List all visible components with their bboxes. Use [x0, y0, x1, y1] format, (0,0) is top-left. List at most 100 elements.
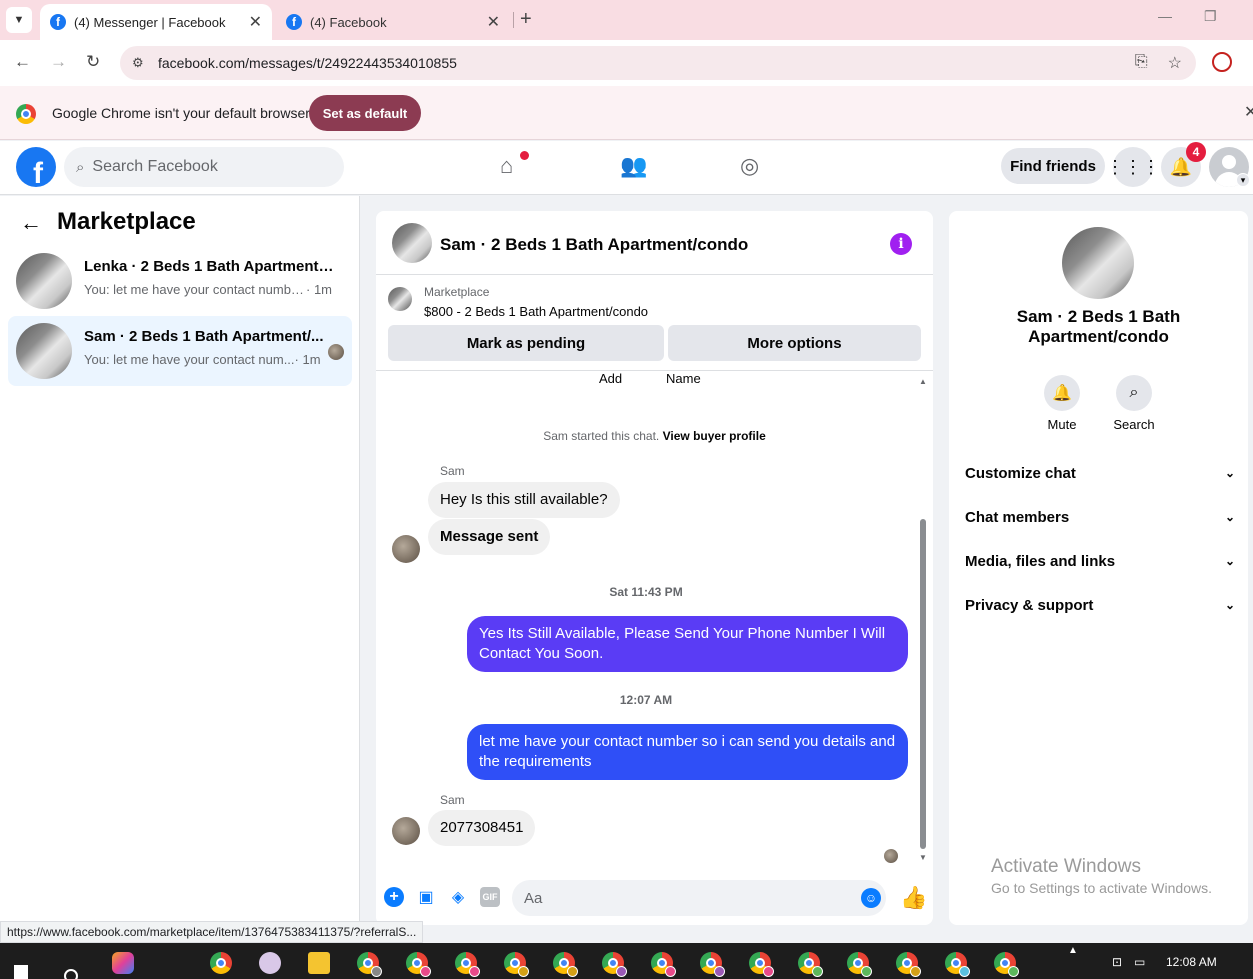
scrollbar-thumb[interactable] [920, 519, 926, 849]
app-taskbar-icon[interactable] [259, 952, 281, 974]
reload-icon[interactable]: ↻ [86, 52, 100, 72]
incoming-message[interactable]: Message sent [428, 519, 551, 555]
scroll-down-icon[interactable]: ▼ [919, 853, 927, 862]
sender-name: Sam [440, 464, 465, 478]
tab-title: (4) Messenger | Facebook [74, 14, 226, 30]
chrome-profile-taskbar-icon[interactable] [504, 952, 529, 977]
back-arrow-icon[interactable]: ← [20, 210, 42, 236]
section-label: Customize chat [965, 464, 1076, 482]
conversation-item-sam[interactable]: Sam · 2 Beds 1 Bath Apartment/... You: l… [8, 316, 352, 386]
sender-avatar[interactable] [392, 817, 420, 845]
url-text: facebook.com/messages/t/2492244353401085… [158, 55, 457, 71]
groups-icon[interactable]: ◎ [740, 153, 759, 179]
photo-icon[interactable]: ▣ [416, 887, 436, 907]
listing-price-title[interactable]: $800 - 2 Beds 1 Bath Apartment/condo [424, 304, 648, 319]
chrome-profile-taskbar-icon[interactable] [406, 952, 431, 977]
forward-icon[interactable]: → [50, 52, 67, 72]
chrome-profile-taskbar-icon[interactable] [749, 952, 774, 977]
chat-title[interactable]: Sam · 2 Beds 1 Bath Apartment/condo [440, 235, 748, 255]
incoming-message[interactable]: Hey Is this still available? [428, 482, 620, 518]
copilot-icon[interactable] [112, 952, 134, 974]
contact-avatar[interactable] [1062, 227, 1134, 299]
clock-time[interactable]: 12:08 AM [1166, 955, 1217, 969]
search-icon: ⌕ [1116, 375, 1152, 411]
chat-window: Sam · 2 Beds 1 Bath Apartment/condo i Ma… [376, 211, 933, 925]
minimize-icon[interactable]: — [1158, 8, 1172, 24]
chrome-profile-taskbar-icon[interactable] [357, 952, 382, 977]
find-friends-button[interactable]: Find friends [1001, 148, 1105, 184]
chevron-down-icon[interactable]: ▾ [1236, 173, 1250, 187]
chrome-profile-taskbar-icon[interactable] [994, 952, 1019, 977]
mark-as-pending-button[interactable]: Mark as pending [388, 325, 664, 361]
message-input[interactable]: Aa [512, 880, 886, 916]
site-settings-icon[interactable]: ⚙ [132, 55, 150, 71]
network-icon[interactable]: ⊡ [1112, 955, 1122, 969]
sticker-icon[interactable]: ◈ [448, 887, 468, 907]
chrome-profile-taskbar-icon[interactable] [847, 952, 872, 977]
tab-facebook[interactable]: f (4) Facebook ✕ [276, 4, 510, 40]
chrome-profile-icon[interactable] [1212, 52, 1232, 72]
chevron-down-icon: ⌄ [1224, 598, 1235, 612]
plus-icon[interactable]: + [384, 887, 404, 907]
volume-icon[interactable]: ▭ [1134, 955, 1145, 969]
omnibox[interactable]: ⚙ facebook.com/messages/t/24922443534010… [120, 46, 1196, 80]
set-as-default-button[interactable]: Set as default [309, 95, 421, 131]
close-icon[interactable]: ✕ [1244, 102, 1253, 122]
chat-avatar[interactable] [392, 223, 432, 263]
message-composer: + ▣ ◈ GIF Aa ☺ 👍 [376, 876, 933, 925]
new-tab-icon[interactable]: + [520, 8, 532, 31]
emoji-icon[interactable]: ☺ [861, 888, 881, 908]
mute-button[interactable]: 🔔 Mute [1032, 375, 1092, 432]
listing-thumbnail[interactable] [388, 287, 412, 311]
restore-icon[interactable]: ❐ [1204, 8, 1217, 25]
windows-start-icon[interactable] [14, 965, 28, 979]
customize-chat-section[interactable]: Customize chat ⌄ [965, 455, 1235, 491]
chrome-profile-taskbar-icon[interactable] [553, 952, 578, 977]
tray-overflow-icon[interactable]: ▲ [1068, 945, 1078, 956]
media-files-links-section[interactable]: Media, files and links ⌄ [965, 543, 1235, 579]
facebook-logo-icon[interactable]: f [16, 147, 56, 187]
bookmark-star-icon[interactable]: ☆ [1168, 53, 1182, 73]
install-app-icon[interactable]: ⎘ [1135, 53, 1148, 73]
home-notification-dot [520, 151, 529, 160]
incoming-message[interactable]: 2077308451 [428, 810, 536, 846]
chrome-profile-taskbar-icon[interactable] [455, 952, 480, 977]
conversation-item-lenka[interactable]: Lenka · 2 Beds 1 Bath Apartment/c... You… [8, 246, 352, 316]
chat-members-section[interactable]: Chat members ⌄ [965, 499, 1235, 535]
chrome-profile-taskbar-icon[interactable] [945, 952, 970, 977]
menu-grid-icon[interactable]: ⋮⋮⋮ [1106, 147, 1160, 187]
file-explorer-icon[interactable] [308, 952, 330, 974]
outgoing-message[interactable]: let me have your contact number so i can… [467, 724, 908, 780]
conversation-preview: You: let me have your contact numbe... ·… [84, 282, 334, 297]
taskbar-search-icon[interactable] [64, 969, 78, 979]
chrome-profile-taskbar-icon[interactable] [700, 952, 725, 977]
chrome-profile-taskbar-icon[interactable] [651, 952, 676, 977]
view-buyer-profile-link[interactable]: View buyer profile [663, 429, 766, 443]
friends-icon[interactable]: 👥 [620, 153, 647, 179]
more-options-button[interactable]: More options [668, 325, 921, 361]
back-icon[interactable]: ← [14, 52, 31, 72]
outgoing-message[interactable]: Yes Its Still Available, Please Send You… [467, 616, 908, 672]
close-tab-icon[interactable]: ✕ [487, 12, 500, 32]
search-placeholder: Search Facebook [92, 158, 218, 175]
home-icon[interactable]: ⌂ [500, 153, 513, 179]
tab-search-button[interactable]: ▼ [6, 7, 32, 33]
chrome-profile-taskbar-icon[interactable] [896, 952, 921, 977]
facebook-search-input[interactable]: ⌕ Search Facebook [64, 147, 344, 187]
search-button[interactable]: ⌕ Search [1104, 375, 1164, 432]
chrome-taskbar-icon[interactable] [210, 952, 232, 974]
close-tab-icon[interactable]: ✕ [249, 12, 262, 32]
listing-thumbnail [16, 253, 72, 309]
gif-icon[interactable]: GIF [480, 887, 500, 907]
tab-messenger[interactable]: f (4) Messenger | Facebook ✕ [40, 4, 272, 40]
privacy-support-section[interactable]: Privacy & support ⌄ [965, 587, 1235, 623]
thumbs-up-icon[interactable]: 👍 [900, 885, 927, 911]
chrome-profile-taskbar-icon[interactable] [602, 952, 627, 977]
sender-name: Sam [440, 793, 465, 807]
sender-avatar[interactable] [392, 535, 420, 563]
chevron-down-icon: ⌄ [1224, 554, 1235, 568]
system-message: Sam started this chat. View buyer profil… [376, 429, 933, 443]
info-icon[interactable]: i [890, 233, 912, 255]
scroll-up-icon[interactable]: ▲ [919, 377, 927, 386]
chrome-profile-taskbar-icon[interactable] [798, 952, 823, 977]
